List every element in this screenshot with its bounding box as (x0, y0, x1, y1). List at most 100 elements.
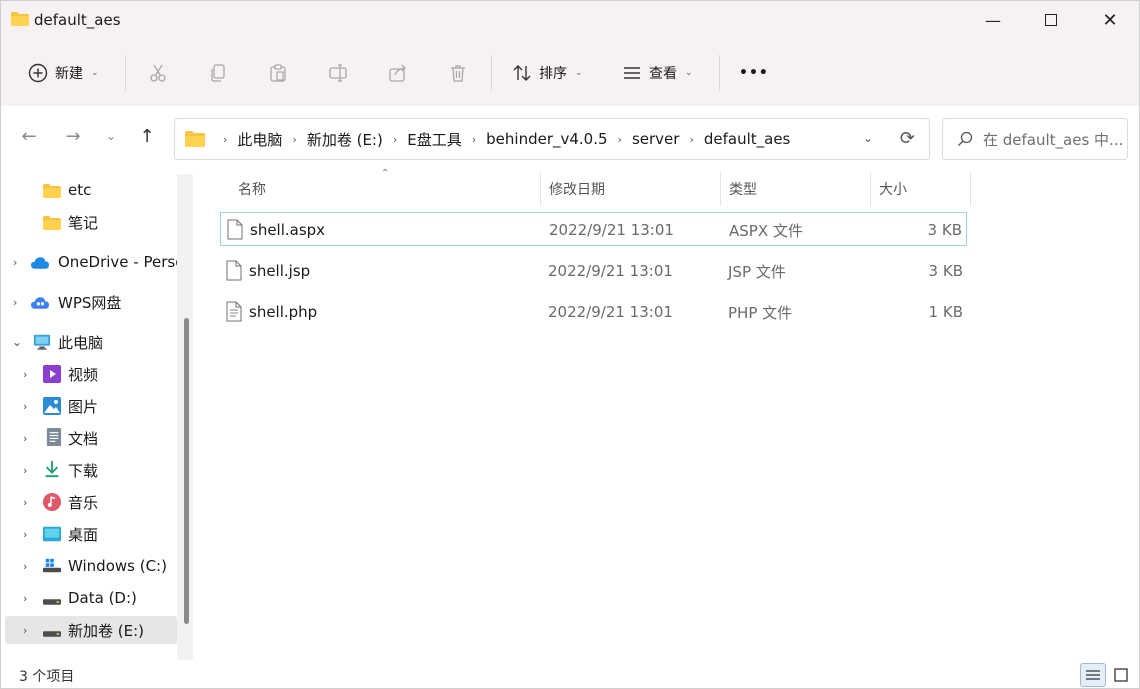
file-row[interactable]: shell.aspx 2022/9/21 13:01 ASPX 文件 3 KB (220, 212, 967, 246)
maximize-button[interactable] (1022, 1, 1080, 39)
recent-locations-button[interactable]: ⌄ (99, 124, 123, 148)
address-bar[interactable]: › 此电脑 › 新加卷 (E:) › E盘工具 › behinder_v4.0.… (174, 118, 930, 160)
toolbar-divider (491, 55, 492, 91)
back-button[interactable]: ← (17, 124, 41, 148)
chevron-down-icon: ⌄ (91, 68, 99, 78)
file-row[interactable]: shell.jsp 2022/9/21 13:01 JSP 文件 3 KB (220, 254, 967, 288)
up-button[interactable]: ↑ (135, 124, 159, 148)
column-header-name[interactable]: 名称 (238, 172, 266, 206)
scissors-icon (147, 62, 169, 84)
chevron-right-icon: › (617, 132, 622, 146)
column-header-size[interactable]: 大小 (879, 172, 907, 206)
toolbar-divider (719, 55, 720, 91)
rename-button[interactable] (327, 53, 349, 93)
drive-c-icon (43, 558, 61, 573)
search-input[interactable]: 在 default_aes 中... (942, 118, 1128, 160)
sidebar-item-label: 下载 (68, 461, 99, 480)
chevron-right-icon[interactable]: › (23, 592, 27, 605)
file-modified: 2022/9/21 13:01 (548, 262, 673, 280)
rename-icon (327, 62, 349, 84)
wps-cloud-icon (31, 297, 49, 309)
chevron-right-icon[interactable]: › (23, 464, 27, 477)
chevron-right-icon[interactable]: › (23, 560, 27, 573)
sidebar-item-downloads[interactable]: › 下载 (5, 456, 177, 484)
breadcrumb-behinder[interactable]: behinder_v4.0.5 (486, 130, 607, 148)
sidebar-item-label: etc (68, 181, 92, 199)
new-button[interactable]: 新建 ⌄ (27, 53, 99, 93)
paste-button[interactable] (267, 53, 289, 93)
address-history-dropdown[interactable]: ⌄ (863, 131, 873, 145)
file-icon (227, 219, 243, 240)
delete-button[interactable] (447, 53, 469, 93)
chevron-right-icon[interactable]: › (23, 624, 27, 637)
breadcrumb-server[interactable]: server (632, 130, 679, 148)
chevron-right-icon[interactable]: › (13, 296, 17, 309)
sidebar-item-label: 新加卷 (E:) (68, 621, 145, 640)
sidebar-item-label: 图片 (68, 397, 99, 416)
sidebar-item-videos[interactable]: › 视频 (5, 360, 177, 388)
sidebar-item-onedrive[interactable]: › OneDrive - Personal (5, 248, 177, 276)
sidebar-item-drive-d[interactable]: › Data (D:) (5, 584, 177, 612)
chevron-right-icon[interactable]: › (23, 496, 27, 509)
column-header-type[interactable]: 类型 (729, 172, 757, 206)
file-icon (226, 260, 242, 281)
breadcrumb-default-aes[interactable]: default_aes (704, 130, 791, 148)
folder-icon (43, 184, 61, 198)
sidebar-item-pictures[interactable]: › 图片 (5, 392, 177, 420)
toolbar-divider (125, 55, 126, 91)
sidebar-item-notes[interactable]: 笔记 (5, 208, 177, 236)
copy-button[interactable] (207, 53, 229, 93)
close-button[interactable]: ✕ (1081, 1, 1139, 39)
sidebar-item-wps-cloud[interactable]: › WPS网盘 (5, 288, 177, 316)
drive-icon (43, 599, 61, 605)
chevron-right-icon[interactable]: › (23, 432, 27, 445)
file-modified: 2022/9/21 13:01 (548, 303, 673, 321)
column-divider[interactable] (970, 172, 971, 206)
maximize-icon (1045, 14, 1057, 26)
chevron-right-icon[interactable]: › (23, 400, 27, 413)
file-name: shell.jsp (249, 262, 311, 280)
forward-button[interactable]: → (61, 124, 85, 148)
sidebar-item-drive-c[interactable]: › Windows (C:) (5, 552, 177, 580)
chevron-right-icon[interactable]: › (23, 368, 27, 381)
sort-button[interactable]: 排序 ⌄ (511, 53, 583, 93)
breadcrumb-this-pc[interactable]: 此电脑 (237, 129, 282, 150)
chevron-right-icon[interactable]: › (13, 256, 17, 269)
column-divider[interactable] (540, 172, 541, 206)
column-divider[interactable] (870, 172, 871, 206)
chevron-down-icon[interactable]: ⌄ (12, 335, 22, 349)
sidebar-item-desktop[interactable]: › 桌面 (5, 520, 177, 548)
chevron-right-icon: › (471, 132, 477, 146)
chevron-right-icon: › (223, 132, 228, 146)
sidebar-item-drive-e[interactable]: › 新加卷 (E:) (5, 616, 177, 644)
sidebar-item-this-pc[interactable]: ⌄ 此电脑 (5, 328, 177, 356)
sidebar-item-etc[interactable]: etc (5, 176, 177, 204)
item-count: 3 个项目 (19, 669, 75, 685)
column-header-modified[interactable]: 修改日期 (549, 172, 605, 206)
downloads-icon (45, 460, 59, 478)
view-button[interactable]: 查看 ⌄ (621, 53, 693, 93)
file-row[interactable]: shell.php 2022/9/21 13:01 PHP 文件 1 KB (220, 295, 967, 329)
sidebar-item-label: 此电脑 (58, 333, 104, 352)
breadcrumb-drive-e[interactable]: 新加卷 (E:) (307, 129, 383, 150)
minimize-icon: — (985, 10, 1001, 30)
share-button[interactable] (387, 53, 409, 93)
sidebar-scrollbar-thumb[interactable] (184, 318, 189, 624)
column-divider[interactable] (720, 172, 721, 206)
navigation-pane: etc 笔记 › OneDrive - Personal › WPS网盘 ⌄ (1, 166, 197, 660)
minimize-button[interactable]: — (964, 1, 1022, 39)
cut-button[interactable] (147, 53, 169, 93)
tiles-view-button[interactable] (1108, 663, 1134, 687)
sidebar-item-music[interactable]: › 音乐 (5, 488, 177, 516)
view-label: 查看 (649, 66, 677, 82)
chevron-right-icon[interactable]: › (23, 528, 27, 541)
sidebar-item-documents[interactable]: › 文档 (5, 424, 177, 452)
chevron-down-icon: ⌄ (105, 129, 117, 143)
more-options-button[interactable]: ••• (739, 53, 769, 93)
close-icon: ✕ (1102, 9, 1118, 31)
file-explorer-window: default_aes — ✕ 新建 ⌄ 排序 ⌄ 查看 ⌄ ••• ← → ⌄… (0, 0, 1140, 689)
details-view-button[interactable] (1080, 663, 1106, 687)
more-icon: ••• (739, 65, 769, 81)
refresh-icon[interactable]: ⟳ (900, 128, 915, 149)
breadcrumb-e-tools[interactable]: E盘工具 (407, 129, 461, 150)
